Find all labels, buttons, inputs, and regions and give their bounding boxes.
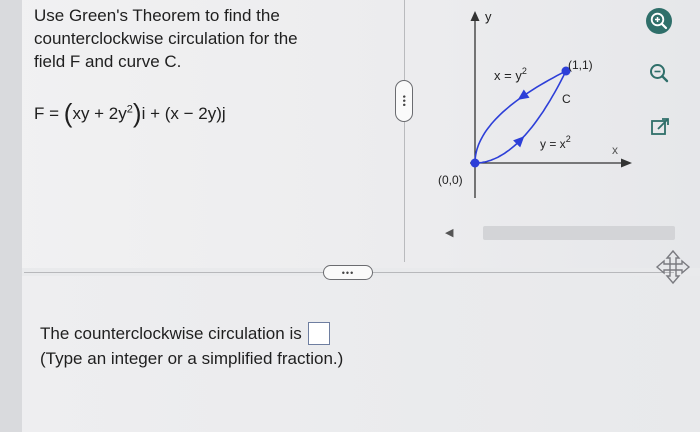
answer-hint: (Type an integer or a simplified fractio… (40, 349, 344, 368)
formula-rest: i + (x − 2y)j (141, 104, 226, 123)
curve-graph: y x x = y2 (1,1) C y = x2 (0,0) (438, 9, 632, 198)
origin-label: (0,0) (438, 173, 463, 187)
problem-line-3: field F and curve C. (34, 52, 182, 71)
formula-lhs: F = (34, 104, 64, 123)
lower-curve-exp: 2 (566, 134, 571, 144)
x-axis-label: x (612, 143, 618, 157)
zoom-in-button[interactable] (644, 6, 674, 36)
upper-curve-eq: x = y (494, 68, 522, 83)
answer-input[interactable] (307, 322, 330, 345)
problem-line-1: Use Green's Theorem to find the (34, 6, 280, 25)
move-icon (655, 249, 691, 285)
upper-curve-label: x = y2 (494, 66, 527, 83)
point-origin (470, 158, 480, 168)
y-axis-arrow (470, 11, 480, 21)
scroll-left-icon[interactable]: ◀ (445, 226, 453, 239)
vertical-handle-dots: ••• (399, 94, 409, 108)
answer-section: The counterclockwise circulation is (Typ… (40, 321, 343, 371)
lower-curve-label: y = x2 (540, 134, 571, 151)
problem-line-2: counterclockwise circulation for the (34, 29, 298, 48)
open-graph-button[interactable] (645, 112, 675, 142)
zoom-out-icon (650, 64, 669, 83)
scroll-thumb[interactable] (483, 226, 675, 240)
curve-name-label: C (562, 92, 571, 106)
answer-line: The counterclockwise circulation is (40, 321, 343, 346)
answer-prompt: The counterclockwise circulation is (40, 324, 302, 343)
upper-curve-exp: 2 (522, 66, 527, 76)
vertical-resize-handle[interactable]: ••• (395, 80, 413, 122)
vector-field-formula: F = (xy + 2y2)i + (x − 2y)j (34, 98, 226, 129)
direction-arrow-upper (517, 89, 530, 100)
formula-close-paren: ) (132, 98, 142, 128)
end-point-label: (1,1) (568, 58, 593, 72)
external-link-icon (651, 118, 669, 135)
lower-curve-eq: y = x (540, 137, 566, 151)
y-axis-label: y (485, 9, 492, 24)
problem-statement: Use Green's Theorem to find the counterc… (34, 4, 364, 73)
horizontal-resize-handle[interactable]: ••• (323, 265, 373, 280)
horizontal-handle-dots: ••• (341, 267, 355, 278)
formula-i-component: xy + 2y (72, 104, 127, 123)
zoom-out-button[interactable] (644, 58, 674, 88)
left-edge (0, 0, 22, 432)
vertical-divider (404, 0, 405, 262)
move-button[interactable] (654, 248, 692, 291)
x-axis-arrow (621, 158, 632, 168)
horizontal-scrollbar[interactable]: ◀ (445, 226, 675, 240)
zoom-in-icon (646, 8, 672, 34)
